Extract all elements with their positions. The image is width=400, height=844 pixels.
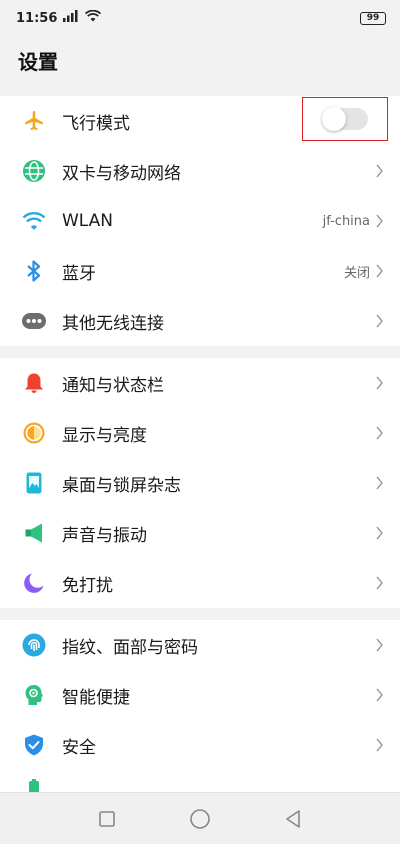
airplane-mode-toggle[interactable] bbox=[322, 107, 368, 131]
chevron-right-icon bbox=[376, 576, 384, 590]
wlan-network-name: jf-china bbox=[322, 213, 370, 229]
display-brightness-label: 显示与亮度 bbox=[62, 425, 147, 446]
fingerprint-label: 指纹、面部与密码 bbox=[62, 637, 198, 658]
wlan-label: WLAN bbox=[62, 211, 114, 231]
settings-group-security: 指纹、面部与密码 智能便捷 安全 bbox=[0, 620, 400, 810]
chevron-right-icon bbox=[376, 376, 384, 390]
smart-convenience-label: 智能便捷 bbox=[62, 687, 130, 708]
recent-apps-icon[interactable] bbox=[89, 801, 125, 837]
wifi-icon bbox=[20, 207, 48, 235]
chevron-right-icon bbox=[376, 526, 384, 540]
bluetooth-icon bbox=[20, 257, 48, 285]
back-icon[interactable] bbox=[275, 801, 311, 837]
settings-group-connectivity: 飞行模式 双卡与移动网络 WLAN jf-china 蓝牙 关闭 其他无线连接 bbox=[0, 96, 400, 346]
moon-icon bbox=[20, 569, 48, 597]
fingerprint-icon bbox=[20, 631, 48, 659]
airplane-icon bbox=[20, 107, 48, 135]
row-dual-sim-network[interactable]: 双卡与移动网络 bbox=[0, 146, 400, 196]
bluetooth-status: 关闭 bbox=[343, 265, 370, 281]
row-other-wireless[interactable]: 其他无线连接 bbox=[0, 296, 400, 346]
more-dots-icon bbox=[20, 307, 48, 335]
airplane-toggle-highlight bbox=[302, 97, 388, 141]
shield-icon bbox=[20, 731, 48, 759]
status-bar: 11:56 99 bbox=[0, 0, 400, 36]
row-smart-convenience[interactable]: 智能便捷 bbox=[0, 670, 400, 720]
row-do-not-disturb[interactable]: 免打扰 bbox=[0, 558, 400, 608]
page-title: 设置 bbox=[18, 49, 58, 74]
dual-sim-label: 双卡与移动网络 bbox=[62, 163, 181, 184]
chevron-right-icon bbox=[376, 214, 384, 228]
globe-icon bbox=[20, 157, 48, 185]
battery-icon: 99 bbox=[360, 11, 386, 25]
row-wlan[interactable]: WLAN jf-china bbox=[0, 196, 400, 246]
chevron-right-icon bbox=[376, 688, 384, 702]
wallpaper-icon bbox=[20, 469, 48, 497]
row-notifications[interactable]: 通知与状态栏 bbox=[0, 358, 400, 408]
row-display-brightness[interactable]: 显示与亮度 bbox=[0, 408, 400, 458]
navigation-bar bbox=[0, 792, 400, 844]
chevron-right-icon bbox=[376, 314, 384, 328]
bluetooth-label: 蓝牙 bbox=[62, 263, 96, 284]
signal-icon bbox=[63, 10, 79, 26]
brightness-icon bbox=[20, 419, 48, 447]
row-security[interactable]: 安全 bbox=[0, 720, 400, 770]
chevron-right-icon bbox=[376, 638, 384, 652]
row-bluetooth[interactable]: 蓝牙 关闭 bbox=[0, 246, 400, 296]
title-bar: 设置 bbox=[0, 36, 400, 84]
speaker-icon bbox=[20, 519, 48, 547]
row-sound-vibration[interactable]: 声音与振动 bbox=[0, 508, 400, 558]
smart-head-icon bbox=[20, 681, 48, 709]
chevron-right-icon bbox=[376, 738, 384, 752]
wallpaper-label: 桌面与锁屏杂志 bbox=[62, 475, 181, 496]
toggle-knob bbox=[322, 107, 346, 131]
settings-group-display: 通知与状态栏 显示与亮度 桌面与锁屏杂志 声音与振动 免打扰 bbox=[0, 358, 400, 608]
status-time: 11:56 bbox=[16, 10, 58, 26]
home-icon[interactable] bbox=[182, 801, 218, 837]
chevron-right-icon bbox=[376, 264, 384, 278]
security-label: 安全 bbox=[62, 737, 96, 758]
other-wireless-label: 其他无线连接 bbox=[62, 313, 164, 334]
do-not-disturb-label: 免打扰 bbox=[62, 575, 113, 596]
sound-vibration-label: 声音与振动 bbox=[62, 525, 147, 546]
wifi-status-icon bbox=[85, 9, 102, 26]
chevron-right-icon bbox=[376, 476, 384, 490]
row-wallpaper-lockscreen[interactable]: 桌面与锁屏杂志 bbox=[0, 458, 400, 508]
bell-icon bbox=[20, 369, 48, 397]
row-airplane-mode[interactable]: 飞行模式 bbox=[0, 96, 400, 146]
battery-level: 99 bbox=[366, 12, 380, 23]
chevron-right-icon bbox=[376, 426, 384, 440]
chevron-right-icon bbox=[376, 164, 384, 178]
settings-screen: 11:56 99 设置 飞行模式 双卡与移动网络 WLAN jf-china 蓝… bbox=[0, 0, 400, 844]
notifications-label: 通知与状态栏 bbox=[62, 375, 164, 396]
row-fingerprint-face-password[interactable]: 指纹、面部与密码 bbox=[0, 620, 400, 670]
